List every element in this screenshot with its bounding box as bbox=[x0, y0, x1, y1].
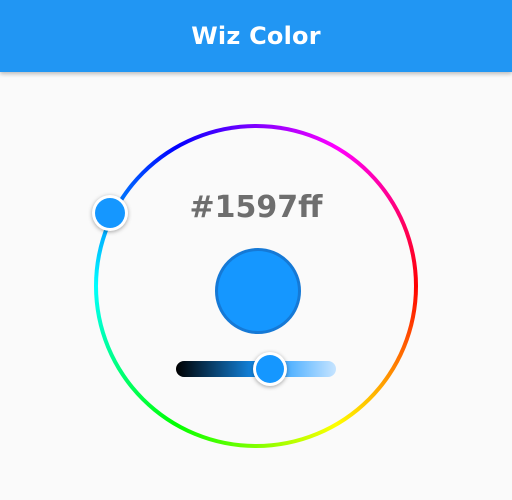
app-bar: Wiz Color bbox=[0, 0, 512, 72]
hex-color-label: #1597ff bbox=[189, 190, 323, 225]
brightness-slider-thumb[interactable] bbox=[253, 352, 287, 386]
hue-thumb-color-dot bbox=[95, 198, 125, 228]
app-title: Wiz Color bbox=[191, 22, 321, 50]
slider-thumb-color-dot bbox=[256, 355, 284, 383]
hue-ring-thumb[interactable] bbox=[92, 195, 128, 231]
color-preview-swatch bbox=[215, 248, 301, 334]
